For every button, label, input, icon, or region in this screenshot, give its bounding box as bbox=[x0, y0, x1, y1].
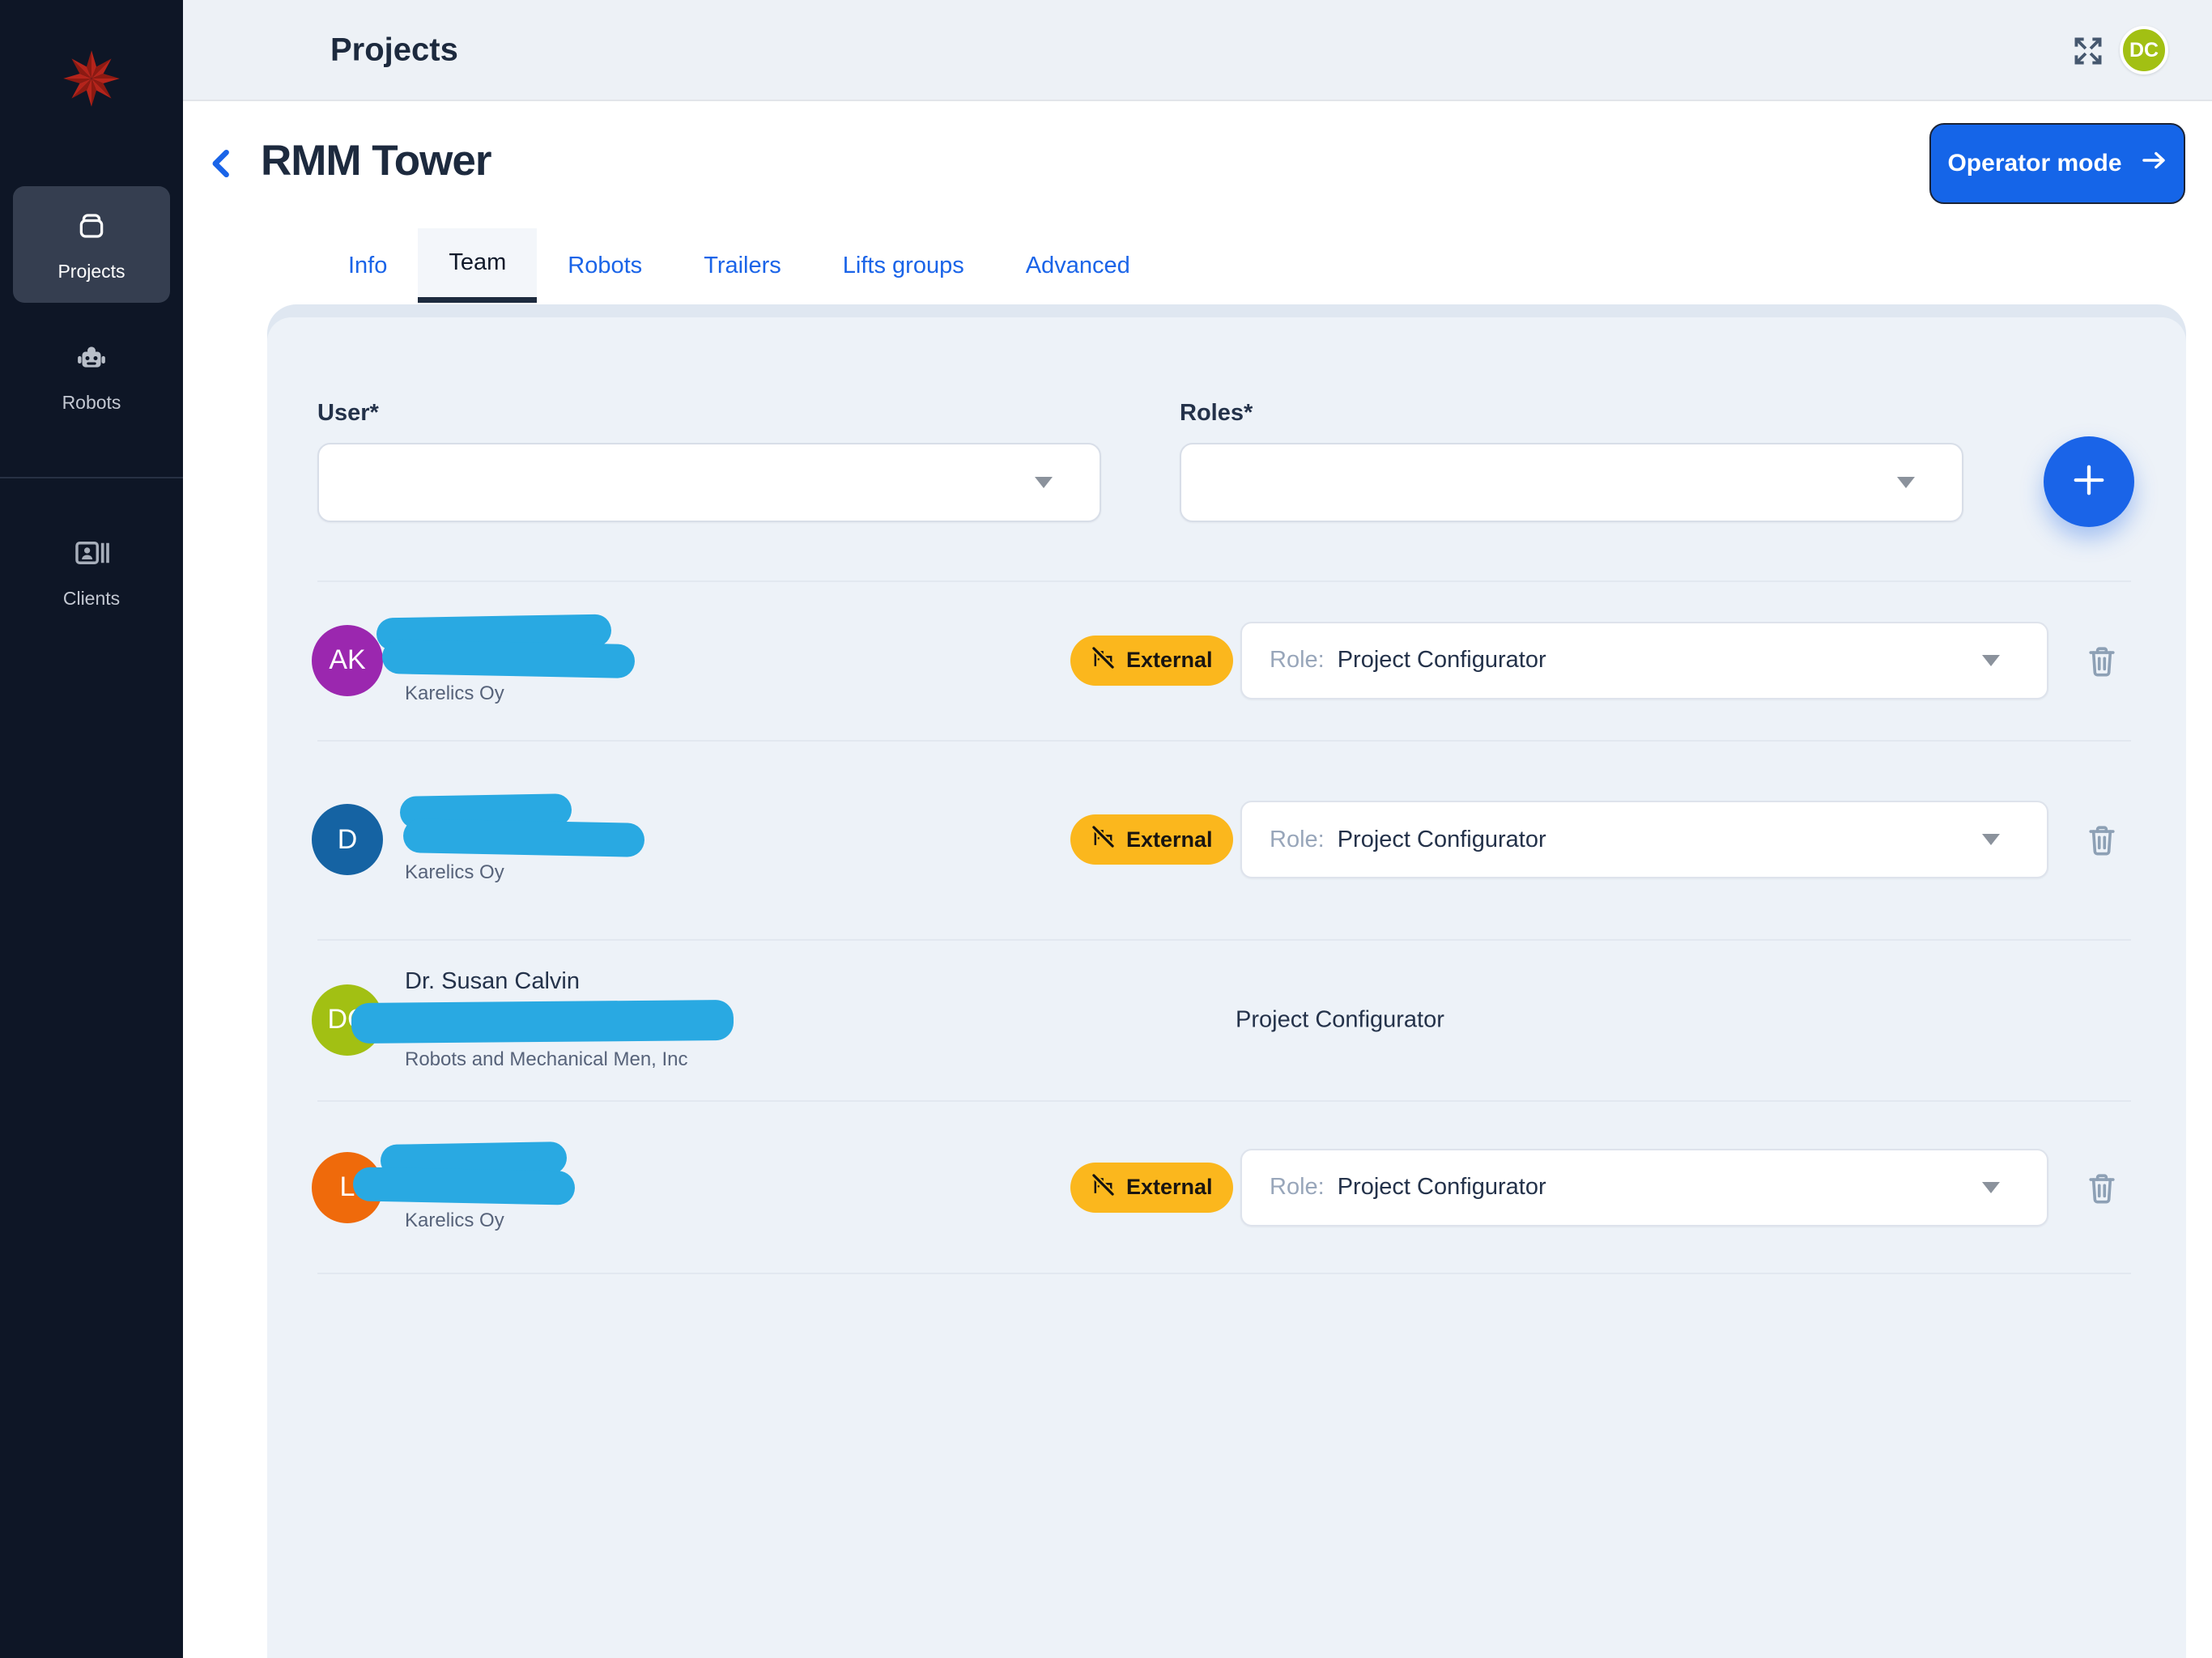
member-name: Dr. Susan Calvin bbox=[405, 968, 907, 995]
sidebar: Projects Robots Cl bbox=[0, 0, 183, 1658]
project-title: RMM Tower bbox=[261, 136, 491, 185]
tab-trailers[interactable]: Trailers bbox=[673, 228, 812, 303]
external-building-slash-icon bbox=[1091, 645, 1116, 676]
roles-select[interactable] bbox=[1180, 443, 1963, 522]
robot-icon bbox=[73, 338, 110, 380]
member-role-select[interactable]: Role: Project Configurator bbox=[1240, 1149, 2048, 1226]
sidebar-item-label: Projects bbox=[57, 261, 125, 283]
member-name-block: Karelics Oy bbox=[405, 616, 907, 705]
team-member-list: AK Karelics Oy External Role: Project Config… bbox=[267, 580, 2186, 1274]
team-member-row: AK Karelics Oy External Role: Project Config… bbox=[267, 580, 2186, 740]
user-select[interactable] bbox=[317, 443, 1101, 522]
sidebar-item-label: Robots bbox=[62, 392, 121, 414]
dropdown-caret-icon bbox=[1982, 834, 2000, 845]
member-avatar: AK bbox=[312, 625, 383, 696]
operator-mode-label: Operator mode bbox=[1947, 150, 2121, 177]
member-company: Karelics Oy bbox=[405, 861, 907, 884]
team-member-row: DCDr. Susan CalvinRobots and Mechanical … bbox=[267, 939, 2186, 1100]
team-member-row: D Karelics Oy External Role: Project Configu… bbox=[267, 740, 2186, 939]
member-company: Robots and Mechanical Men, Inc bbox=[405, 1048, 907, 1071]
member-company: Karelics Oy bbox=[405, 682, 907, 705]
member-role-select[interactable]: Role: Project Configurator bbox=[1240, 622, 2048, 699]
delete-member-button[interactable] bbox=[2083, 821, 2121, 858]
chevron-left-icon bbox=[205, 171, 240, 185]
external-badge-label: External bbox=[1126, 1175, 1213, 1200]
role-prefix: Role: bbox=[1270, 827, 1325, 853]
tab-advanced[interactable]: Advanced bbox=[995, 228, 1161, 303]
sidebar-item-projects[interactable]: Projects bbox=[13, 186, 170, 303]
member-company: Karelics Oy bbox=[405, 1209, 907, 1232]
arrow-right-icon bbox=[2140, 147, 2167, 181]
team-member-row: LKarelics OyExternalRole:Project Configu… bbox=[267, 1100, 2186, 1274]
role-value: Project Configurator bbox=[1338, 827, 1546, 853]
external-badge-label: External bbox=[1126, 827, 1213, 852]
member-role-text: Project Configurator bbox=[1236, 1006, 1444, 1033]
team-panel: User* Roles* AK Karelics Oy External Role: P… bbox=[267, 317, 2186, 1658]
fullscreen-icon[interactable] bbox=[2069, 32, 2107, 70]
tab-lifts-groups[interactable]: Lifts groups bbox=[812, 228, 995, 303]
project-tabs: InfoTeamRobotsTrailersLifts groupsAdvanc… bbox=[317, 228, 1161, 303]
user-avatar[interactable]: DC bbox=[2120, 26, 2168, 74]
member-name-block: Karelics Oy bbox=[405, 795, 907, 884]
app-root: { "colors": { "accent_blue": "#1a64e8", … bbox=[0, 0, 2212, 1658]
member-role-select[interactable]: Role: Project Configurator bbox=[1240, 801, 2048, 878]
trash-icon bbox=[2083, 1196, 2121, 1209]
dropdown-caret-icon bbox=[1035, 477, 1053, 488]
redaction-scribble bbox=[351, 1000, 734, 1044]
role-value: Project Configurator bbox=[1338, 647, 1546, 674]
user-field-label: User* bbox=[317, 400, 379, 427]
app-header: Projects DC bbox=[183, 0, 2212, 101]
external-badge: External bbox=[1070, 636, 1233, 686]
page-title: Projects bbox=[330, 32, 458, 68]
delete-member-button[interactable] bbox=[2083, 1169, 2121, 1206]
back-button[interactable] bbox=[205, 146, 240, 181]
role-value: Project Configurator bbox=[1338, 1174, 1546, 1201]
trash-icon bbox=[2083, 848, 2121, 861]
dropdown-caret-icon bbox=[1897, 477, 1915, 488]
external-badge: External bbox=[1070, 1163, 1233, 1213]
member-name-block: Karelics Oy bbox=[405, 1143, 907, 1232]
member-name-block: Dr. Susan Calvin Robots and Mechanical Me… bbox=[405, 968, 907, 1071]
external-building-slash-icon bbox=[1091, 824, 1116, 855]
role-prefix: Role: bbox=[1270, 1174, 1325, 1201]
external-building-slash-icon bbox=[1091, 1172, 1116, 1203]
sidebar-item-robots[interactable]: Robots bbox=[13, 321, 170, 431]
tab-info[interactable]: Info bbox=[317, 228, 418, 303]
external-badge: External bbox=[1070, 814, 1233, 865]
dropdown-caret-icon bbox=[1982, 655, 2000, 666]
tab-team[interactable]: Team bbox=[418, 228, 537, 303]
dropdown-caret-icon bbox=[1982, 1182, 2000, 1193]
trash-icon bbox=[2083, 669, 2121, 682]
add-member-button[interactable] bbox=[2044, 436, 2134, 527]
plus-icon bbox=[2068, 459, 2110, 505]
tab-robots[interactable]: Robots bbox=[537, 228, 673, 303]
roles-field-label: Roles* bbox=[1180, 400, 1253, 427]
karelian-star-logo[interactable] bbox=[62, 49, 121, 108]
projects-box-icon bbox=[73, 207, 110, 249]
sidebar-item-label: Clients bbox=[63, 588, 120, 610]
external-badge-label: External bbox=[1126, 648, 1213, 673]
clients-card-icon bbox=[73, 534, 110, 576]
sidebar-divider bbox=[0, 477, 183, 478]
operator-mode-button[interactable]: Operator mode bbox=[1929, 123, 2185, 204]
sidebar-item-clients[interactable]: Clients bbox=[13, 508, 170, 635]
redaction-scribble bbox=[382, 640, 636, 678]
delete-member-button[interactable] bbox=[2083, 642, 2121, 679]
role-prefix: Role: bbox=[1270, 647, 1325, 674]
redaction-scribble bbox=[353, 1167, 576, 1205]
redaction-scribble bbox=[403, 818, 645, 857]
member-avatar: D bbox=[312, 804, 383, 875]
